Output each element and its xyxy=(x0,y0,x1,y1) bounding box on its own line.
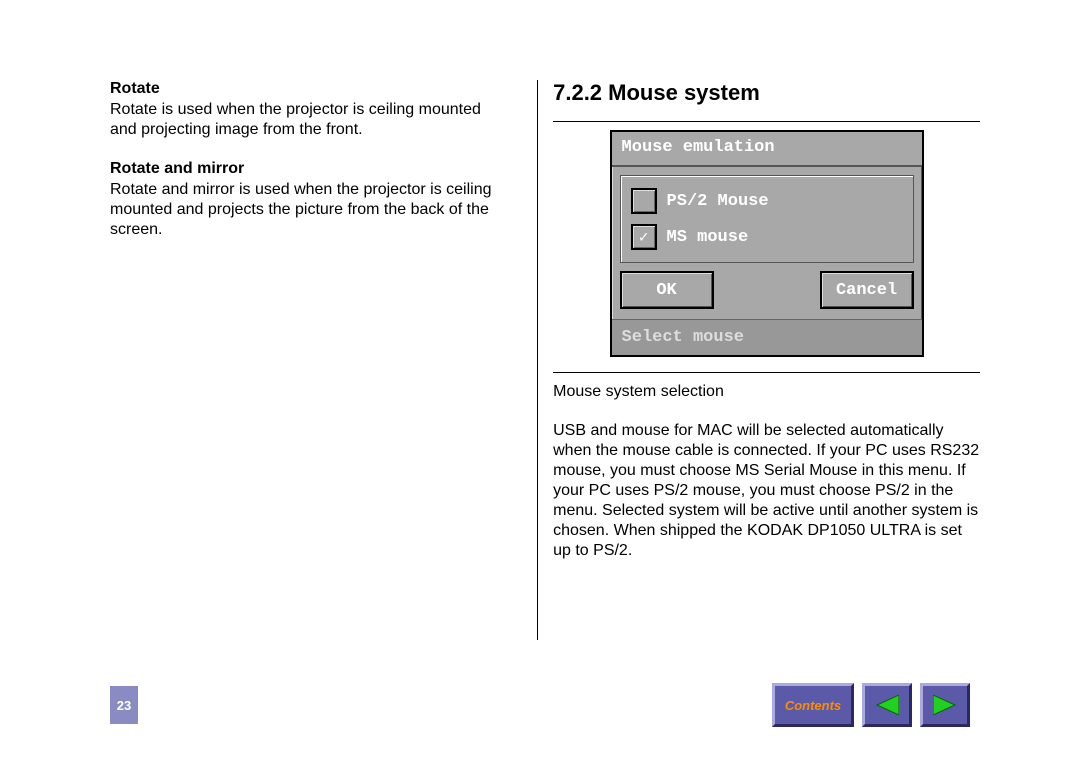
rotate-mirror-title: Rotate and mirror xyxy=(110,160,507,178)
prev-page-button[interactable] xyxy=(862,683,912,727)
section-heading: 7.2.2 Mouse system xyxy=(553,80,980,106)
dialog-options-group: PS/2 Mouse ✓ MS mouse xyxy=(620,175,914,263)
page-footer: 23 Contents xyxy=(110,683,970,727)
nav-button-group: Contents xyxy=(772,683,970,727)
ok-button[interactable]: OK xyxy=(620,271,714,309)
dialog-title: Mouse emulation xyxy=(612,132,922,167)
rotate-body: Rotate is used when the projector is cei… xyxy=(110,100,507,140)
checkbox-ps2[interactable] xyxy=(631,188,657,214)
page-content: Rotate Rotate is used when the projector… xyxy=(0,0,1080,640)
dialog-status: Select mouse xyxy=(612,319,922,355)
option-msmouse-label: MS mouse xyxy=(667,228,749,247)
column-divider xyxy=(537,80,538,640)
arrow-left-icon xyxy=(875,695,899,715)
rotate-title: Rotate xyxy=(110,80,507,98)
arrow-right-icon xyxy=(933,695,957,715)
dialog-button-row: OK Cancel xyxy=(612,271,922,319)
option-msmouse[interactable]: ✓ MS mouse xyxy=(631,224,903,250)
contents-button[interactable]: Contents xyxy=(772,683,854,727)
mouse-emulation-dialog: Mouse emulation PS/2 Mouse ✓ MS mouse OK… xyxy=(610,130,924,357)
checkbox-msmouse[interactable]: ✓ xyxy=(631,224,657,250)
rotate-mirror-body: Rotate and mirror is used when the proje… xyxy=(110,180,507,240)
option-ps2-label: PS/2 Mouse xyxy=(667,192,769,211)
page-number: 23 xyxy=(110,686,138,724)
mouse-system-body: USB and mouse for MAC will be selected a… xyxy=(553,421,980,561)
heading-rule xyxy=(553,121,980,122)
left-column: Rotate Rotate is used when the projector… xyxy=(110,80,522,640)
caption-rule xyxy=(553,372,980,373)
option-ps2[interactable]: PS/2 Mouse xyxy=(631,188,903,214)
figure-caption: Mouse system selection xyxy=(553,383,980,401)
next-page-button[interactable] xyxy=(920,683,970,727)
right-column: 7.2.2 Mouse system Mouse emulation PS/2 … xyxy=(553,80,980,640)
cancel-button[interactable]: Cancel xyxy=(820,271,914,309)
